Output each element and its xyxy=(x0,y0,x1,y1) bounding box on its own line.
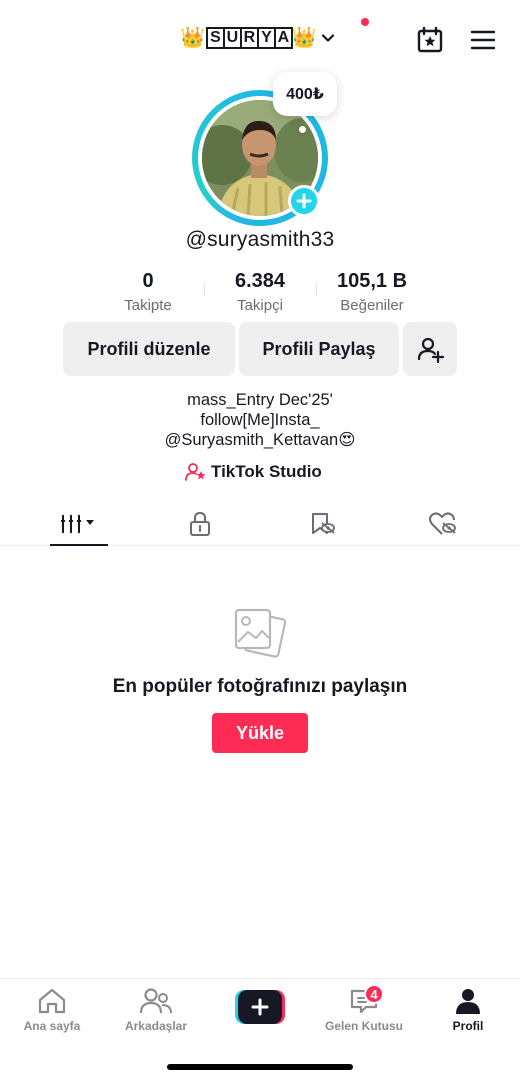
edit-profile-button[interactable]: Profili düzenle xyxy=(63,322,235,376)
empty-state-title: En popüler fotoğrafınızı paylaşın xyxy=(112,676,408,697)
bubble-tail-dot xyxy=(299,126,306,133)
tab-videos[interactable] xyxy=(27,502,131,546)
username-boxed: S U R Y A xyxy=(205,27,293,49)
create-button[interactable] xyxy=(235,990,285,1024)
bio-line: mass_Entry Dec'25' xyxy=(187,391,333,409)
hamburger-menu-icon[interactable] xyxy=(467,24,499,56)
stat-label: Takipte xyxy=(124,297,172,314)
bookmark-eye-icon xyxy=(312,513,335,534)
plus-icon xyxy=(235,990,285,1024)
coins-bubble[interactable]: 400₺ xyxy=(273,72,337,116)
content-tabs xyxy=(0,502,520,546)
calendar-star-icon[interactable] xyxy=(414,24,446,56)
heart-eye-icon xyxy=(429,512,456,535)
bio-line[interactable]: @Suryasmith_Kettavan😍 xyxy=(0,430,520,450)
nav-home[interactable]: Ana sayfa xyxy=(0,987,104,1043)
nav-label: Profil xyxy=(452,1019,484,1033)
add-story-button[interactable] xyxy=(288,185,320,217)
studio-label: TikTok Studio xyxy=(211,462,322,481)
crown-right: 👑 xyxy=(291,27,317,49)
inbox-badge: 4 xyxy=(364,984,384,1004)
stat-label: Beğeniler xyxy=(340,297,404,314)
top-bar: 👑 S U R Y A 👑 xyxy=(0,18,520,60)
tiktok-studio-link[interactable]: TikTok Studio xyxy=(185,462,322,482)
profile-bio: mass_Entry Dec'25' follow[Me]Insta_ @Sur… xyxy=(0,390,520,450)
nav-friends[interactable]: Arkadaşlar xyxy=(104,987,208,1043)
crown-left: 👑 xyxy=(180,27,205,49)
active-tab-indicator xyxy=(50,544,108,546)
chevron-down-icon[interactable] xyxy=(321,31,335,45)
plus-icon xyxy=(296,193,312,209)
share-profile-button[interactable]: Profili Paylaş xyxy=(239,322,399,376)
add-friend-button[interactable] xyxy=(403,322,457,376)
stat-label: Takipçi xyxy=(237,297,283,314)
stat-divider xyxy=(316,282,317,296)
notification-dot xyxy=(361,18,369,26)
videos-grid-icon xyxy=(61,515,94,533)
bio-line: follow[Me]Insta_ xyxy=(200,411,320,429)
nav-label: Arkadaşlar xyxy=(124,1019,188,1033)
upload-button[interactable]: Yükle xyxy=(212,713,308,753)
photos-icon xyxy=(234,608,287,658)
lock-icon xyxy=(190,511,210,536)
tab-saved[interactable] xyxy=(270,502,374,546)
friends-icon xyxy=(140,988,172,1014)
stat-likes[interactable]: 105,1 B Beğeniler xyxy=(316,268,428,316)
nav-inbox[interactable]: 4 Gelen Kutusu xyxy=(312,984,416,1043)
home-icon xyxy=(38,988,66,1014)
profile-icon xyxy=(456,989,480,1014)
nav-profile[interactable]: Profil xyxy=(416,987,520,1043)
stat-value: 105,1 B xyxy=(336,270,408,292)
home-indicator xyxy=(167,1064,353,1070)
profile-handle: @suryasmith33 xyxy=(185,228,335,251)
nav-label: Gelen Kutusu xyxy=(324,1019,403,1033)
add-user-icon xyxy=(417,337,444,363)
stat-divider xyxy=(204,282,205,296)
stat-value: 6.384 xyxy=(234,270,286,292)
tab-liked[interactable] xyxy=(391,502,495,546)
nav-label: Ana sayfa xyxy=(23,1019,81,1033)
stat-value: 0 xyxy=(142,270,154,292)
stat-following[interactable]: 0 Takipte xyxy=(92,268,204,316)
account-switcher[interactable]: 👑 S U R Y A 👑 xyxy=(180,26,335,50)
tab-private[interactable] xyxy=(148,502,252,546)
profile-stats: 0 Takipte 6.384 Takipçi 105,1 B Beğenile… xyxy=(92,268,428,316)
stat-followers[interactable]: 6.384 Takipçi xyxy=(204,268,316,316)
username-letter: A xyxy=(273,27,293,49)
creator-star-icon xyxy=(185,463,206,481)
